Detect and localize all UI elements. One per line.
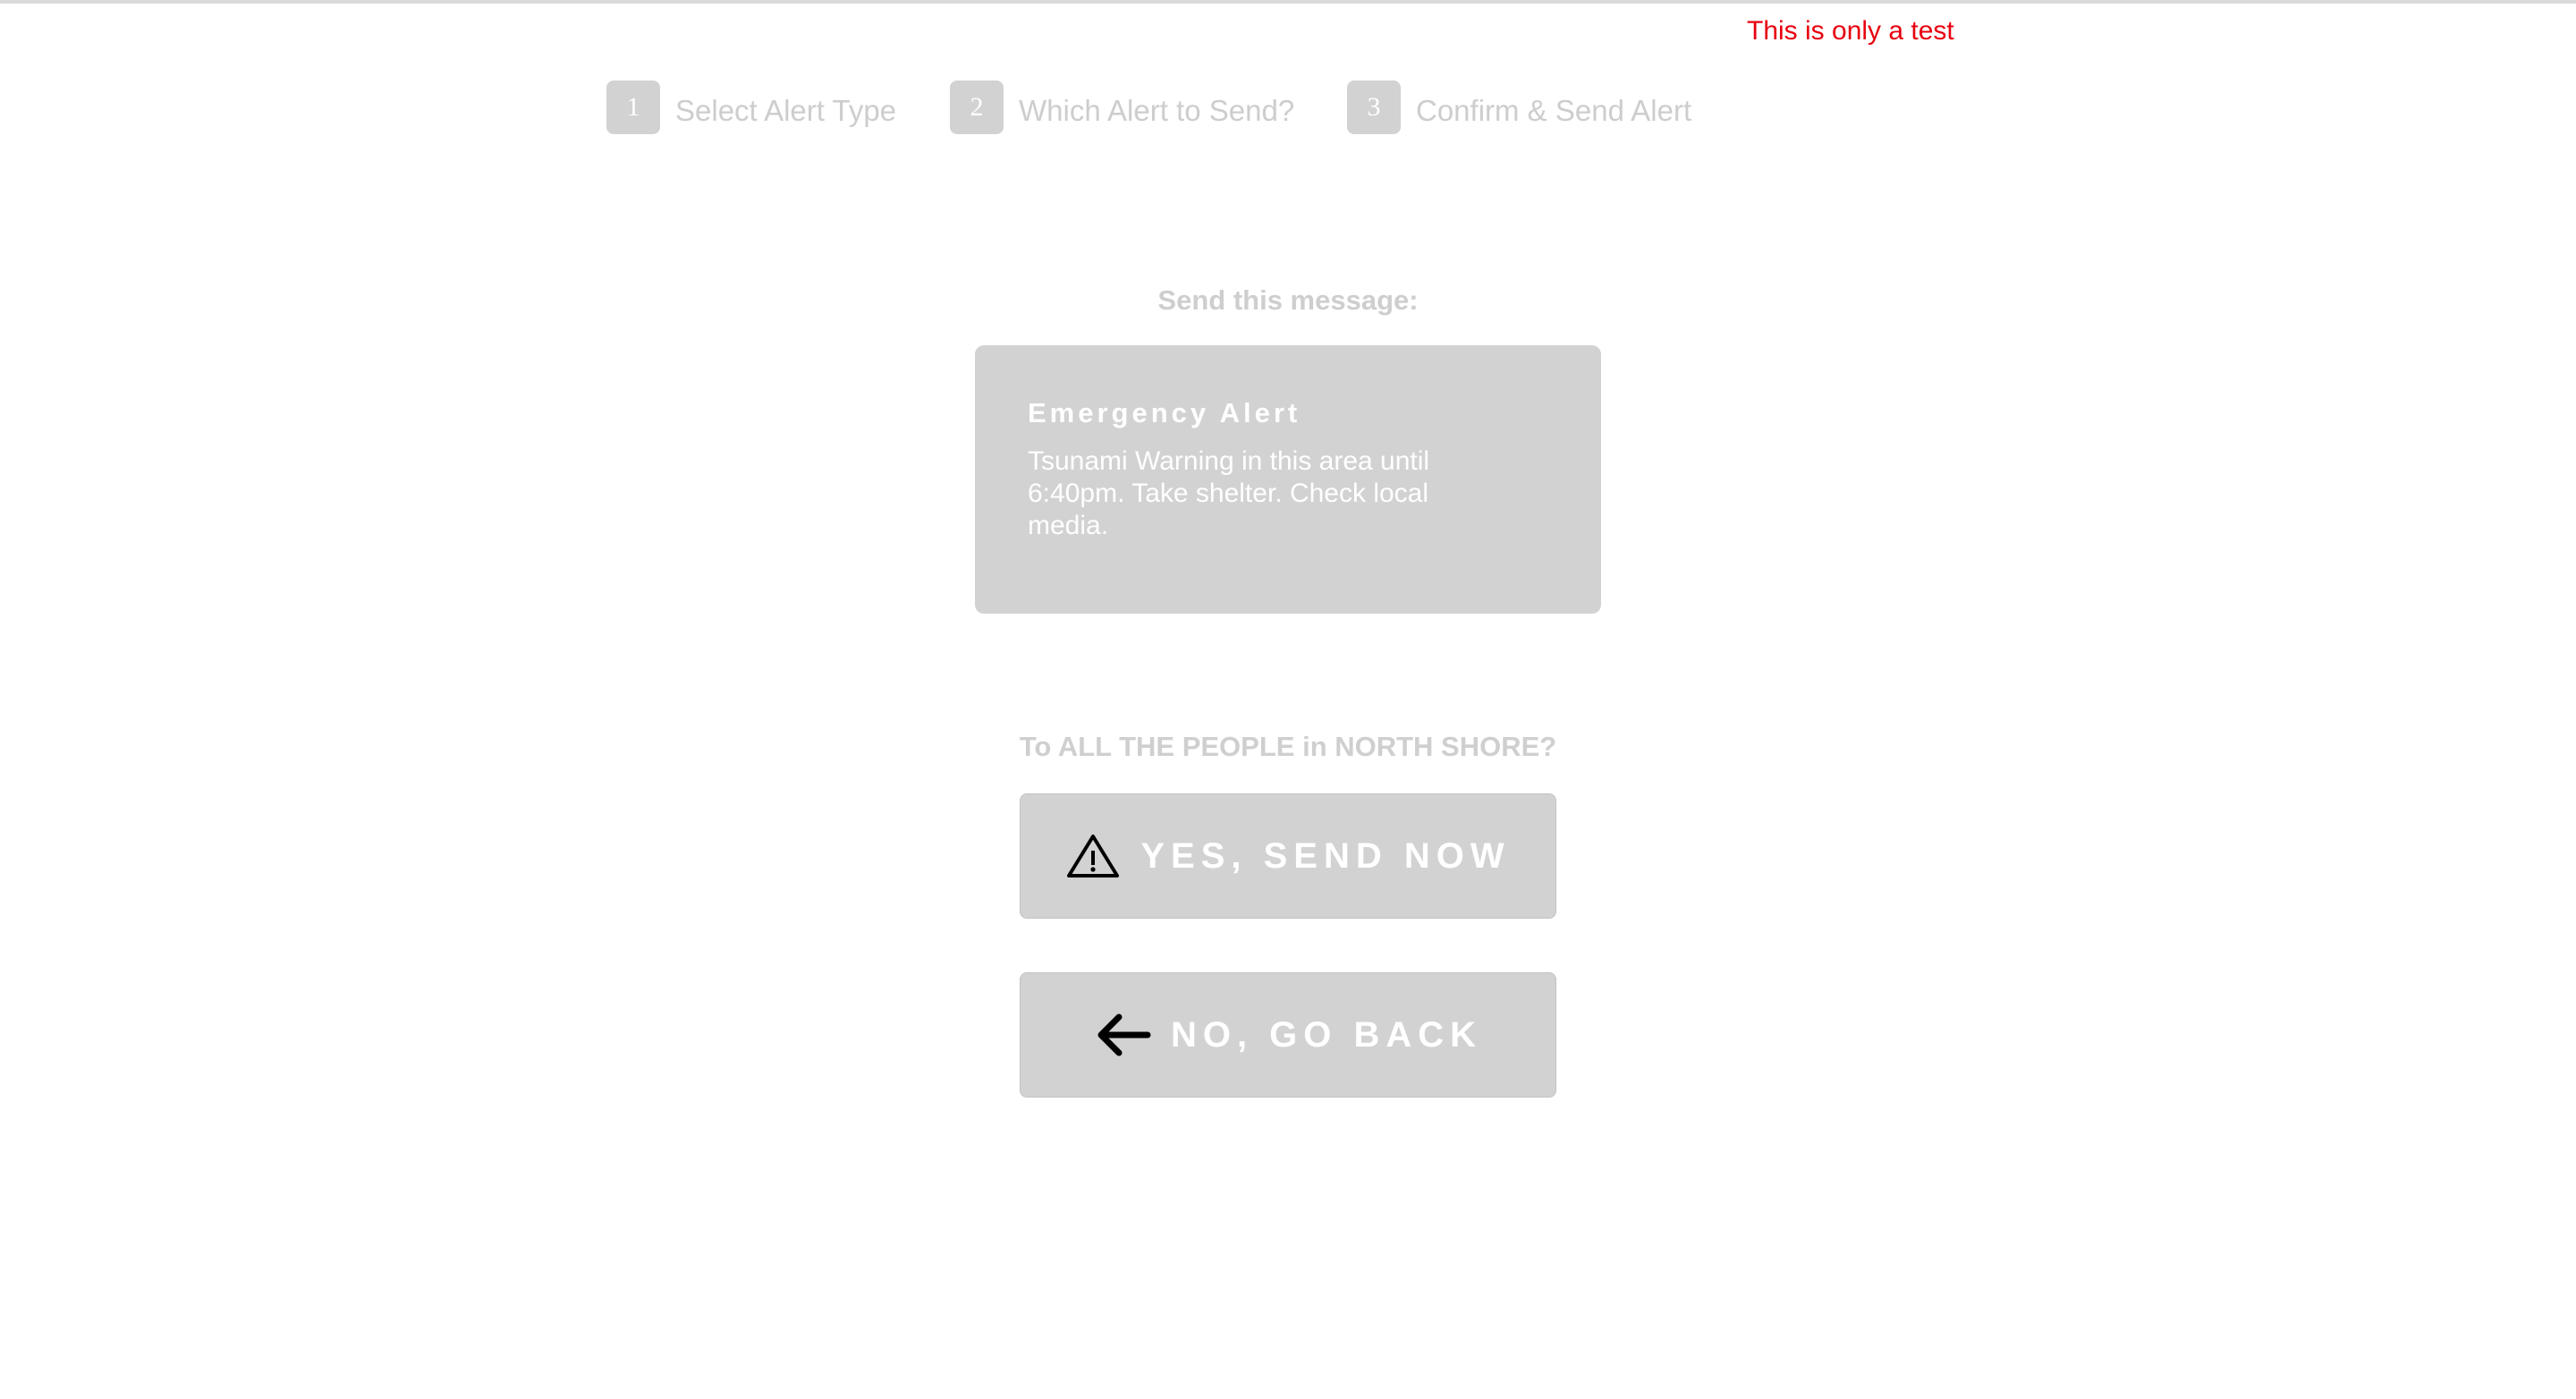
message-title: Emergency Alert: [1028, 397, 1301, 428]
top-divider: [0, 0, 2576, 4]
step-select-alert-type[interactable]: 1 Select Alert Type: [606, 81, 896, 134]
test-notice: This is only a test: [1747, 16, 1954, 46]
send-now-button[interactable]: YES, SEND NOW: [1020, 793, 1556, 919]
step-confirm-send[interactable]: 3 Confirm & Send Alert: [1347, 81, 1691, 134]
step-number: 2: [950, 81, 1004, 134]
step-label: Confirm & Send Alert: [1416, 94, 1692, 127]
go-back-label: NO, GO BACK: [1170, 1014, 1483, 1055]
step-label: Select Alert Type: [675, 94, 897, 127]
message-body: Tsunami Warning in this area until 6:40p…: [1028, 446, 1430, 540]
send-prompt: Send this message:: [1157, 284, 1419, 316]
send-now-label: YES, SEND NOW: [1140, 835, 1511, 876]
step-label: Which Alert to Send?: [1019, 94, 1295, 127]
go-back-button[interactable]: NO, GO BACK: [1020, 972, 1556, 1098]
arrow-left-icon: [1094, 1012, 1151, 1058]
step-number: 1: [606, 81, 660, 134]
warning-triangle-icon: [1065, 833, 1121, 879]
step-which-alert[interactable]: 2 Which Alert to Send?: [950, 81, 1294, 134]
alert-message-preview: Emergency Alert Tsunami Warning in this …: [975, 345, 1601, 614]
step-number: 3: [1347, 81, 1401, 134]
recipients-question: To ALL THE PEOPLE in NORTH SHORE?: [1019, 731, 1557, 762]
